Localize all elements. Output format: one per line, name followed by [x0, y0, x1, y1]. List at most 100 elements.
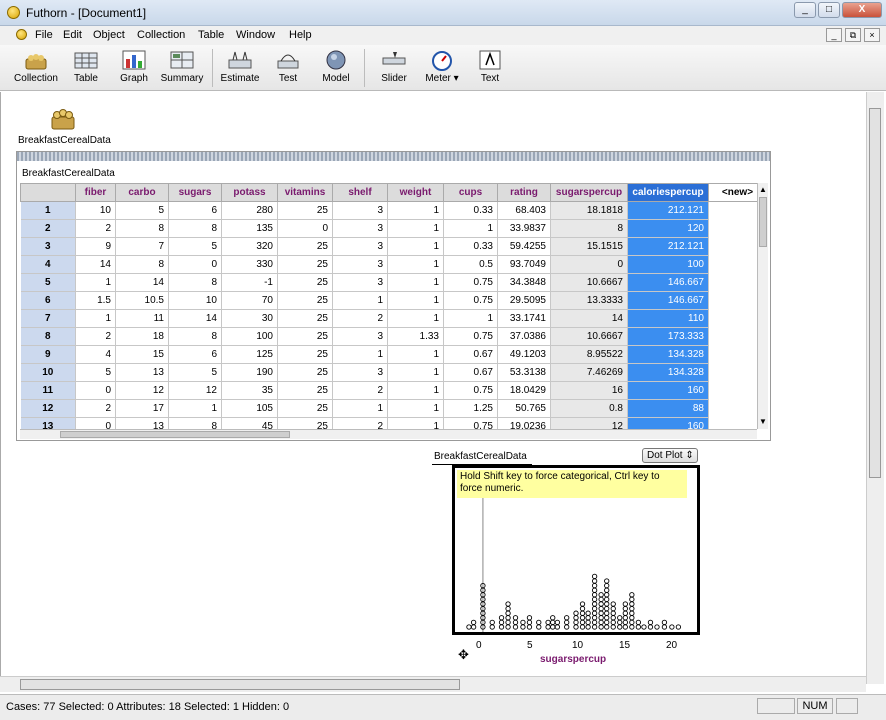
data-point[interactable] — [591, 578, 598, 584]
table-cell[interactable]: 1.5 — [75, 291, 116, 310]
data-point[interactable] — [579, 601, 586, 607]
table-cell[interactable]: 1.25 — [443, 399, 498, 418]
window-horizontal-thumb[interactable] — [20, 679, 460, 690]
data-point[interactable] — [604, 624, 610, 630]
data-point[interactable] — [604, 601, 610, 607]
document-icon[interactable] — [16, 29, 27, 40]
table-cell[interactable]: 13.3333 — [550, 291, 628, 310]
table-cell[interactable]: 0.75 — [443, 291, 498, 310]
data-point[interactable] — [622, 619, 628, 626]
data-point[interactable] — [598, 619, 604, 626]
data-point[interactable] — [498, 624, 505, 630]
table-cell[interactable]: 0 — [168, 255, 222, 274]
table-cell[interactable]: 7 — [115, 237, 169, 256]
table-row[interactable]: 11 0 12 12 35 25 2 1 0.75 18.0429 16 160 — [20, 381, 767, 400]
table-cell[interactable]: 173.333 — [627, 327, 709, 346]
data-point[interactable] — [591, 587, 598, 593]
table-tool-button[interactable]: Table — [60, 47, 112, 84]
mdi-restore-button[interactable]: ⧉ — [845, 28, 861, 42]
table-cell[interactable]: 30 — [221, 309, 278, 328]
table-cell[interactable]: 18.0429 — [497, 381, 551, 400]
graph-window[interactable]: BreakfastCerealData Dot Plot ⇕ Hold Shif… — [432, 448, 702, 668]
table-cell[interactable]: 1 — [387, 201, 444, 220]
row-number[interactable]: 6 — [20, 291, 76, 310]
data-point[interactable] — [622, 615, 628, 621]
data-point[interactable] — [585, 610, 591, 616]
row-number[interactable]: 3 — [20, 237, 76, 256]
test-tool-button[interactable]: Test — [262, 47, 314, 84]
data-point[interactable] — [470, 624, 477, 630]
data-point[interactable] — [617, 615, 623, 621]
table-cell[interactable]: 105 — [221, 399, 278, 418]
table-cell[interactable]: 2 — [332, 381, 388, 400]
table-cell[interactable]: 6 — [168, 345, 222, 364]
table-cell[interactable]: 25 — [277, 327, 333, 346]
data-point[interactable] — [573, 615, 579, 621]
menu-window[interactable]: Window — [236, 29, 275, 41]
data-point[interactable] — [591, 624, 598, 630]
table-cell[interactable]: 33.9837 — [497, 219, 551, 238]
data-point[interactable] — [598, 596, 604, 603]
table-cell[interactable]: 12 — [168, 381, 222, 400]
table-cell[interactable]: 146.667 — [627, 273, 709, 292]
table-cell[interactable]: 13 — [115, 363, 169, 382]
collection-box-icon[interactable] — [50, 108, 76, 130]
data-point[interactable] — [579, 624, 586, 630]
table-cell[interactable]: 1 — [387, 345, 444, 364]
row-number[interactable]: 2 — [20, 219, 76, 238]
table-row[interactable]: 12 2 17 1 105 25 1 1 1.25 50.765 0.8 88 — [20, 399, 767, 418]
table-cell[interactable]: 14 — [115, 273, 169, 292]
data-point[interactable] — [550, 624, 556, 630]
column-header[interactable]: sugars — [168, 183, 222, 202]
table-cell[interactable]: 1.33 — [387, 327, 444, 346]
table-cell[interactable]: 1 — [75, 273, 116, 292]
scroll-up-icon[interactable]: ▲ — [759, 185, 767, 194]
table-cell[interactable]: 0 — [277, 219, 333, 238]
collection-name[interactable]: BreakfastCerealData — [18, 135, 111, 146]
table-cell[interactable]: 0.33 — [443, 201, 498, 220]
table-cell[interactable]: 8 — [168, 273, 222, 292]
data-point[interactable] — [635, 624, 642, 630]
table-cell[interactable]: 37.0386 — [497, 327, 551, 346]
table-cell[interactable]: 1 — [387, 219, 444, 238]
table-cell[interactable]: 25 — [277, 399, 333, 418]
table-cell[interactable]: 8 — [168, 327, 222, 346]
x-axis-title[interactable]: sugarspercup — [540, 654, 606, 665]
data-point[interactable] — [610, 610, 616, 616]
data-point[interactable] — [591, 619, 598, 626]
table-cell[interactable]: 3 — [332, 219, 388, 238]
data-point[interactable] — [585, 624, 591, 630]
model-tool-button[interactable]: Model — [310, 47, 362, 84]
table-cell[interactable]: 110 — [627, 309, 709, 328]
table-cell[interactable]: 212.121 — [627, 237, 709, 256]
column-header[interactable]: cups — [443, 183, 498, 202]
table-cell[interactable]: 0.75 — [443, 273, 498, 292]
table-cell[interactable]: 1 — [387, 237, 444, 256]
data-point[interactable] — [604, 592, 610, 598]
table-cell[interactable]: 0.8 — [550, 399, 628, 418]
table-cell[interactable]: 25 — [277, 381, 333, 400]
data-point[interactable] — [591, 592, 598, 598]
data-point[interactable] — [610, 619, 616, 626]
data-point[interactable] — [669, 624, 675, 630]
table-cell[interactable]: 1 — [168, 399, 222, 418]
data-point[interactable] — [498, 619, 505, 626]
data-point[interactable] — [573, 624, 579, 630]
column-header[interactable]: caloriespercup — [627, 183, 709, 202]
table-cell[interactable]: 25 — [277, 345, 333, 364]
meter-tool-button[interactable]: Meter ▾ — [416, 47, 468, 84]
data-point[interactable] — [622, 610, 628, 616]
table-cell[interactable]: 10.6667 — [550, 273, 628, 292]
column-header[interactable]: vitamins — [277, 183, 333, 202]
data-point[interactable] — [604, 596, 610, 603]
data-point[interactable] — [629, 615, 635, 621]
data-point[interactable] — [629, 605, 635, 612]
row-number[interactable]: 1 — [20, 201, 76, 220]
table-cell[interactable]: 146.667 — [627, 291, 709, 310]
data-point[interactable] — [579, 615, 586, 621]
data-point[interactable] — [554, 624, 561, 630]
data-point[interactable] — [629, 601, 635, 607]
data-point[interactable] — [591, 615, 598, 621]
table-row[interactable]: 5 1 14 8 -1 25 3 1 0.75 34.3848 10.6667 146.667 — [20, 273, 767, 292]
table-cell[interactable]: 1 — [332, 345, 388, 364]
